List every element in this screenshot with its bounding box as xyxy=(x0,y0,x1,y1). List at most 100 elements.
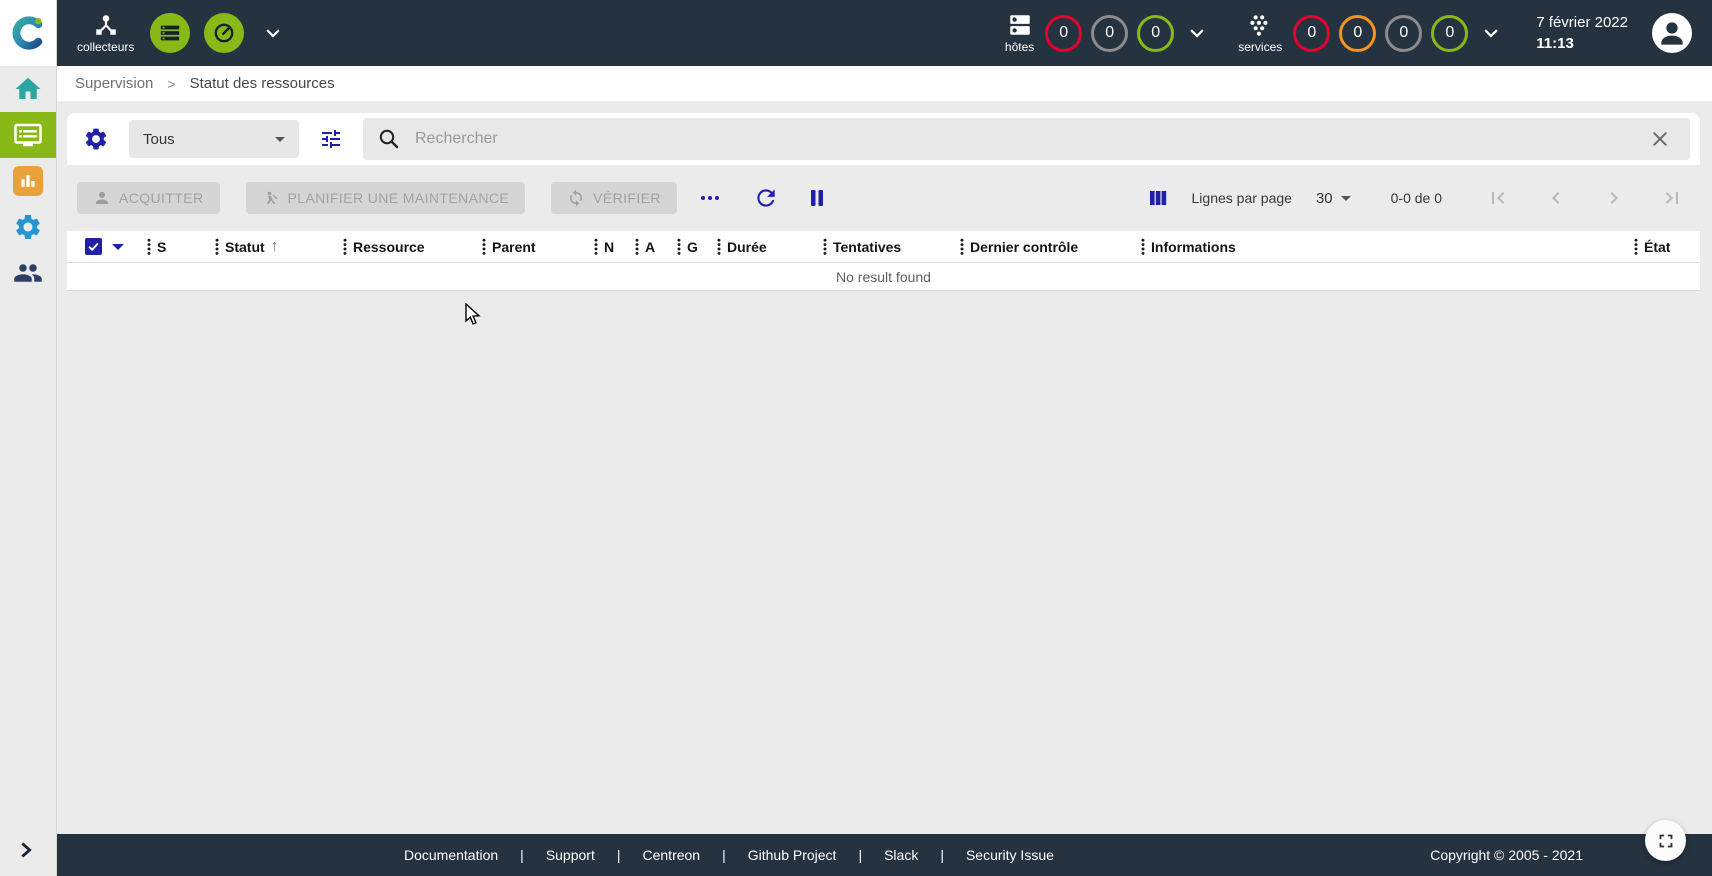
drag-handle-icon[interactable] xyxy=(147,238,151,255)
first-page-icon xyxy=(1486,186,1510,210)
check-label: VÉRIFIER xyxy=(593,190,661,206)
pause-icon xyxy=(805,186,829,210)
column-header-tries[interactable]: Tentatives xyxy=(823,231,960,262)
chevron-left-icon xyxy=(1544,186,1568,210)
storage-icon xyxy=(159,22,181,44)
column-header-last-check[interactable]: Dernier contrôle xyxy=(960,231,1141,262)
time-text: 11:13 xyxy=(1536,33,1628,54)
prev-page-button[interactable] xyxy=(1538,180,1574,216)
footer-link-centreon[interactable]: Centreon xyxy=(643,847,701,863)
drag-handle-icon[interactable] xyxy=(717,238,721,255)
filter-panel: Tous xyxy=(67,113,1700,165)
first-page-button[interactable] xyxy=(1480,180,1516,216)
column-label: S xyxy=(157,239,166,255)
breadcrumb-separator: > xyxy=(167,76,175,92)
user-avatar-button[interactable] xyxy=(1652,13,1692,53)
hosts-counter-down[interactable]: 0 xyxy=(1045,15,1082,52)
select-all-cell xyxy=(67,231,147,262)
column-header-information[interactable]: Informations xyxy=(1141,231,1634,262)
resources-table: S Statut ↑ Ressource Parent N xyxy=(67,231,1700,291)
counter-value: 0 xyxy=(1353,24,1362,42)
services-counter-ok[interactable]: 0 xyxy=(1431,15,1468,52)
column-header-g[interactable]: G xyxy=(677,231,717,262)
sidebar-item-administration[interactable] xyxy=(0,250,56,296)
pagination-controls: Lignes par page 30 0-0 de 0 xyxy=(1140,180,1690,216)
poller-servers-button[interactable] xyxy=(150,13,190,53)
drag-handle-icon[interactable] xyxy=(482,238,486,255)
hosts-icon xyxy=(1007,12,1033,38)
column-header-severity[interactable]: S xyxy=(147,231,215,262)
drag-handle-icon[interactable] xyxy=(960,238,964,255)
poller-latency-button[interactable] xyxy=(204,13,244,53)
footer-link-support[interactable]: Support xyxy=(546,847,595,863)
sidebar-item-home[interactable] xyxy=(0,66,56,112)
tune-icon xyxy=(319,127,343,151)
hosts-counter-up[interactable]: 0 xyxy=(1137,15,1174,52)
column-label: A xyxy=(645,239,655,255)
drag-handle-icon[interactable] xyxy=(1634,238,1638,255)
drag-handle-icon[interactable] xyxy=(343,238,347,255)
footer-link-security[interactable]: Security Issue xyxy=(966,847,1054,863)
columns-settings-button[interactable] xyxy=(1140,180,1176,216)
services-counter-critical[interactable]: 0 xyxy=(1293,15,1330,52)
hosts-group[interactable]: hôtes xyxy=(1005,12,1034,54)
drag-handle-icon[interactable] xyxy=(1141,238,1145,255)
drag-handle-icon[interactable] xyxy=(215,238,219,255)
sidebar-item-configuration[interactable] xyxy=(0,204,56,250)
drag-handle-icon[interactable] xyxy=(823,238,827,255)
services-counter-unknown[interactable]: 0 xyxy=(1385,15,1422,52)
fullscreen-button[interactable] xyxy=(1645,820,1686,861)
services-chevron-button[interactable] xyxy=(1482,24,1500,42)
mouse-cursor xyxy=(464,303,484,332)
services-label: services xyxy=(1238,40,1282,54)
next-page-button[interactable] xyxy=(1596,180,1632,216)
downtime-button[interactable]: PLANIFIER UNE MAINTENANCE xyxy=(246,182,526,214)
date-text: 7 février 2022 xyxy=(1536,12,1628,33)
column-header-parent[interactable]: Parent xyxy=(482,231,594,262)
drag-handle-icon[interactable] xyxy=(594,238,598,255)
sidebar-expand-button[interactable] xyxy=(15,839,37,866)
check-button[interactable]: VÉRIFIER xyxy=(551,182,677,214)
clear-search-button[interactable] xyxy=(1644,123,1676,155)
counter-value: 0 xyxy=(1399,24,1408,42)
pollers-group[interactable]: collecteurs xyxy=(77,12,134,54)
services-counter-warning[interactable]: 0 xyxy=(1339,15,1376,52)
column-header-duration[interactable]: Durée xyxy=(717,231,823,262)
filter-select[interactable]: Tous xyxy=(129,120,299,158)
column-header-status[interactable]: Statut ↑ xyxy=(215,231,343,262)
centreon-logo[interactable] xyxy=(0,0,56,66)
footer-link-documentation[interactable]: Documentation xyxy=(404,847,498,863)
column-label: Informations xyxy=(1151,239,1236,255)
sidebar-item-monitoring[interactable] xyxy=(0,112,56,158)
footer-link-slack[interactable]: Slack xyxy=(884,847,918,863)
more-actions-button[interactable] xyxy=(699,190,721,206)
advanced-filters-button[interactable] xyxy=(313,121,349,157)
hosts-counter-unreachable[interactable]: 0 xyxy=(1091,15,1128,52)
rows-per-page-label: Lignes par page xyxy=(1192,190,1292,206)
services-group[interactable]: services xyxy=(1238,12,1282,54)
pollers-chevron-button[interactable] xyxy=(264,24,282,42)
rows-per-page-select[interactable]: 30 xyxy=(1316,190,1351,207)
search-input[interactable] xyxy=(415,130,1644,148)
last-page-button[interactable] xyxy=(1654,180,1690,216)
counter-value: 0 xyxy=(1307,24,1316,42)
chevron-down-icon xyxy=(264,24,282,42)
footer-link-github[interactable]: Github Project xyxy=(748,847,837,863)
sort-asc-icon: ↑ xyxy=(271,239,279,255)
column-header-state[interactable]: État xyxy=(1634,231,1700,262)
select-all-checkbox[interactable] xyxy=(85,238,102,255)
column-header-a[interactable]: A xyxy=(635,231,677,262)
drag-handle-icon[interactable] xyxy=(677,238,681,255)
filter-settings-button[interactable] xyxy=(77,120,115,158)
refresh-button[interactable] xyxy=(747,179,785,217)
empty-row: No result found xyxy=(67,263,1700,291)
acknowledge-button[interactable]: ACQUITTER xyxy=(77,182,220,214)
hosts-chevron-button[interactable] xyxy=(1188,24,1206,42)
sidebar-item-reporting[interactable] xyxy=(0,158,56,204)
select-rows-dropdown-icon[interactable] xyxy=(112,244,124,250)
pause-button[interactable] xyxy=(799,180,835,216)
drag-handle-icon[interactable] xyxy=(635,238,639,255)
breadcrumb-item-supervision[interactable]: Supervision xyxy=(75,75,153,92)
column-header-n[interactable]: N xyxy=(594,231,635,262)
column-header-resource[interactable]: Ressource xyxy=(343,231,482,262)
